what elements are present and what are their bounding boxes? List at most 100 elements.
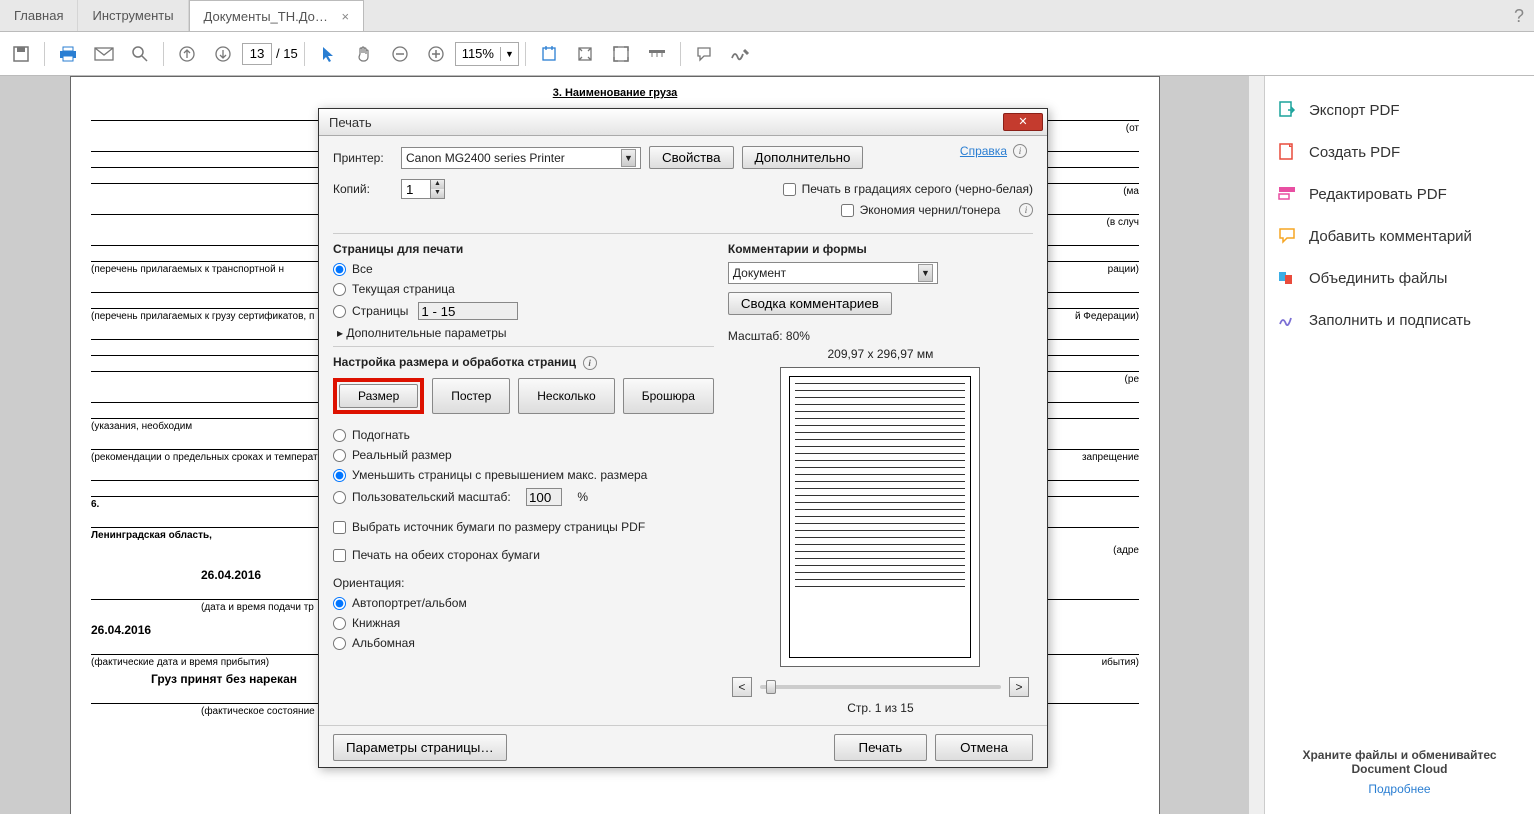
sign-icon[interactable] (723, 37, 757, 71)
tab-poster-button[interactable]: Постер (432, 378, 510, 414)
scrollbar[interactable] (1248, 76, 1264, 814)
custom-scale-input[interactable] (526, 488, 562, 506)
side-combine[interactable]: Объединить файлы (1273, 262, 1526, 294)
printer-label: Принтер: (333, 151, 393, 165)
bubble-icon (1277, 226, 1297, 246)
properties-button[interactable]: Свойства (649, 146, 734, 169)
comments-summary-button[interactable]: Сводка комментариев (728, 292, 892, 315)
side-create-pdf[interactable]: Создать PDF (1273, 136, 1526, 168)
radio-pages[interactable] (333, 305, 346, 318)
fullscreen-icon[interactable] (604, 37, 638, 71)
side-footer: Храните файлы и обменивайтес Document Cl… (1273, 748, 1526, 796)
chevron-down-icon[interactable]: ▼ (500, 47, 518, 61)
comments-select[interactable]: Документ ▼ (728, 262, 938, 284)
doc-note: (рекомендации о предельных сроках и темп… (91, 452, 318, 463)
preview-slider[interactable] (760, 685, 1001, 689)
side-label: Заполнить и подписать (1309, 312, 1471, 329)
zoom-out-icon[interactable] (383, 37, 417, 71)
preview-prev-button[interactable]: < (732, 677, 752, 697)
side-export-pdf[interactable]: Экспорт PDF (1273, 94, 1526, 126)
tab-document[interactable]: Документы_ТН.До… × (189, 0, 365, 31)
paper-source-checkbox[interactable] (333, 521, 346, 534)
copies-input[interactable] (401, 179, 431, 199)
hand-icon[interactable] (347, 37, 381, 71)
duplex-checkbox[interactable] (333, 549, 346, 562)
cancel-button[interactable]: Отмена (935, 734, 1033, 761)
slider-thumb[interactable] (766, 680, 776, 694)
loupe-icon[interactable] (123, 37, 157, 71)
zoom-select[interactable]: 115% ▼ (455, 42, 519, 66)
radio-shrink[interactable] (333, 469, 346, 482)
radio-all-label: Все (352, 262, 373, 276)
page-down-icon[interactable] (206, 37, 240, 71)
read-mode-icon[interactable] (640, 37, 674, 71)
radio-custom[interactable] (333, 491, 346, 504)
radio-actual[interactable] (333, 449, 346, 462)
close-tab-icon[interactable]: × (342, 9, 350, 24)
info-icon[interactable]: i (583, 356, 597, 370)
doc-note: й Федерации) (1075, 311, 1139, 322)
radio-pages-label: Страницы (352, 304, 408, 318)
zoom-in-icon[interactable] (419, 37, 453, 71)
tab-size-button[interactable]: Размер (339, 384, 418, 408)
print-preview (780, 367, 980, 667)
comment-icon[interactable] (687, 37, 721, 71)
radio-orient-landscape-label: Альбомная (352, 636, 415, 650)
edit-icon (1277, 184, 1297, 204)
pages-range-input[interactable] (418, 302, 518, 320)
side-label: Редактировать PDF (1309, 186, 1447, 203)
paper-source-label: Выбрать источник бумаги по размеру стран… (352, 520, 645, 534)
spinner-up-icon[interactable]: ▲ (431, 180, 444, 189)
print-icon[interactable] (51, 37, 85, 71)
page-setup-button[interactable]: Параметры страницы… (333, 734, 507, 761)
top-tabs: Главная Инструменты Документы_ТН.До… × ? (0, 0, 1534, 32)
chevron-down-icon[interactable]: ▼ (621, 149, 636, 167)
printer-select[interactable]: Canon MG2400 series Printer ▼ (401, 147, 641, 169)
tab-main[interactable]: Главная (0, 0, 78, 31)
radio-orient-landscape[interactable] (333, 637, 346, 650)
radio-orient-auto[interactable] (333, 597, 346, 610)
chevron-down-icon[interactable]: ▼ (918, 264, 933, 282)
radio-orient-portrait[interactable] (333, 617, 346, 630)
spinner-down-icon[interactable]: ▼ (431, 189, 444, 198)
tab-booklet-button[interactable]: Брошюра (623, 378, 714, 414)
radio-current[interactable] (333, 283, 346, 296)
page-up-icon[interactable] (170, 37, 204, 71)
tab-tools[interactable]: Инструменты (78, 0, 188, 31)
fit-width-icon[interactable] (532, 37, 566, 71)
cursor-icon[interactable] (311, 37, 345, 71)
side-label: Добавить комментарий (1309, 228, 1472, 245)
help-icon[interactable]: ? (1504, 0, 1534, 31)
save-icon[interactable] (4, 37, 38, 71)
side-label: Объединить файлы (1309, 270, 1447, 287)
side-more-link[interactable]: Подробнее (1273, 782, 1526, 796)
more-params-toggle[interactable]: ▸ Дополнительные параметры (337, 326, 714, 340)
tab-multi-button[interactable]: Несколько (518, 378, 614, 414)
help-link[interactable]: Справка (960, 144, 1007, 158)
fit-page-icon[interactable] (568, 37, 602, 71)
page-input[interactable] (242, 43, 272, 65)
ink-economy-checkbox[interactable] (841, 204, 854, 217)
side-fill-sign[interactable]: Заполнить и подписать (1273, 304, 1526, 336)
dialog-title: Печать (329, 115, 1003, 130)
radio-fit[interactable] (333, 429, 346, 442)
advanced-button[interactable]: Дополнительно (742, 146, 864, 169)
pct-label: % (577, 490, 588, 504)
close-dialog-button[interactable]: ✕ (1003, 113, 1043, 131)
doc-note: (перечень прилагаемых к грузу сертификат… (91, 311, 314, 322)
doc-note: (перечень прилагаемых к транспортной н (91, 264, 284, 275)
mail-icon[interactable] (87, 37, 121, 71)
print-button[interactable]: Печать (834, 734, 928, 761)
copies-spinner[interactable]: ▲▼ (401, 179, 445, 199)
radio-all[interactable] (333, 263, 346, 276)
side-edit-pdf[interactable]: Редактировать PDF (1273, 178, 1526, 210)
side-add-comment[interactable]: Добавить комментарий (1273, 220, 1526, 252)
page-dims: 209,97 x 296,97 мм (728, 347, 1033, 361)
preview-next-button[interactable]: > (1009, 677, 1029, 697)
grayscale-checkbox[interactable] (783, 183, 796, 196)
side-panel: Экспорт PDF Создать PDF Редактировать PD… (1264, 76, 1534, 814)
dialog-titlebar[interactable]: Печать ✕ (319, 109, 1047, 136)
info-icon[interactable]: i (1013, 144, 1027, 158)
size-group-title: Настройка размера и обработка страниц i (333, 355, 714, 370)
info-icon[interactable]: i (1019, 203, 1033, 217)
